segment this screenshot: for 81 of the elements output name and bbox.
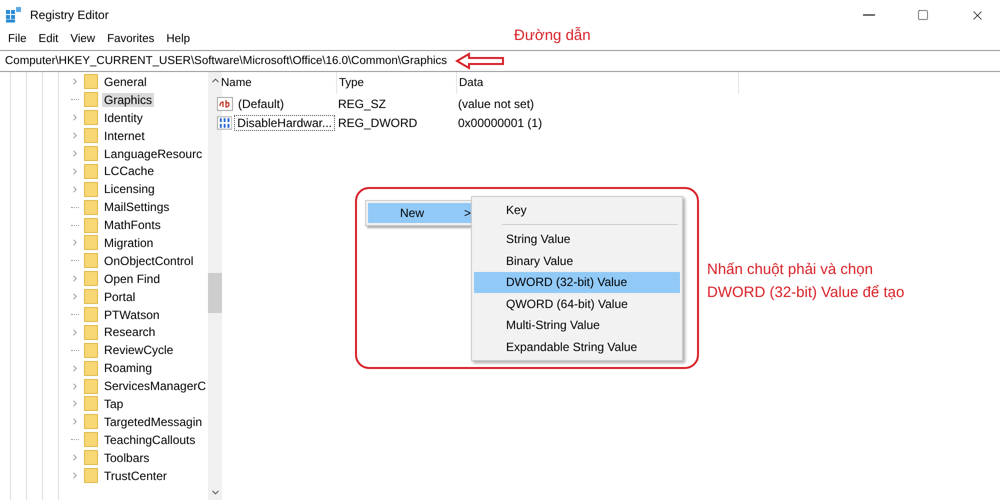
folder-icon [84, 396, 98, 412]
tree-item[interactable]: Tap [102, 396, 126, 411]
scrollbar[interactable] [208, 72, 222, 500]
folder-icon [84, 235, 98, 250]
address-bar[interactable]: Computer\HKEY_CURRENT_USER\Software\Microsoft\Office\16.0\Common\Graphics [5, 55, 448, 67]
folder-icon [84, 146, 98, 161]
tree-item[interactable]: Portal [102, 290, 138, 304]
menu-item[interactable]: Favorites [101, 30, 160, 48]
tree-item[interactable]: TargetedMessagin [102, 414, 204, 429]
menu-item[interactable]: Expandable String Value [474, 336, 680, 358]
tree-item[interactable]: Internet [102, 128, 147, 143]
menu-item[interactable]: DWORD (32-bit) Value [474, 272, 680, 293]
tree-item[interactable]: PTWatson [102, 308, 162, 322]
tree-item[interactable]: Graphics [102, 92, 154, 107]
column-header[interactable]: Name [219, 72, 337, 94]
menu-item[interactable]: New > [368, 203, 474, 223]
menu-item[interactable]: Binary Value [474, 250, 680, 272]
column-header[interactable]: Type [337, 72, 457, 94]
folder-icon [84, 378, 98, 394]
value-name[interactable]: (Default) [235, 96, 288, 112]
folder-icon [84, 271, 98, 286]
menu-item[interactable]: Edit [32, 30, 64, 48]
table-cell-text: 0x00000001 (1) [457, 114, 544, 130]
maximize-icon [917, 9, 929, 21]
menu-item[interactable]: View [64, 30, 102, 48]
string-value-icon [217, 96, 233, 110]
menu-item[interactable]: Multi-String Value [474, 314, 680, 336]
folder-icon [84, 324, 98, 340]
scrollbar-thumb[interactable] [208, 273, 222, 313]
tree-item[interactable]: Licensing [102, 182, 157, 196]
folder-icon [84, 307, 98, 322]
registry-icon [6, 7, 22, 23]
tree-item[interactable]: ServicesManagerC [102, 379, 208, 394]
tree-item[interactable]: Open Find [102, 272, 162, 286]
table-cell-text: REG_SZ [337, 96, 388, 112]
tree-item[interactable]: MailSettings [102, 200, 172, 214]
menu-item[interactable]: String Value [474, 228, 680, 250]
tree-item[interactable]: TeachingCallouts [102, 432, 198, 447]
folder-icon [84, 289, 98, 304]
tree-item[interactable]: Roaming [102, 361, 154, 376]
tree-item[interactable]: LCCache [102, 164, 156, 178]
binary-value-icon [217, 116, 232, 130]
folder-icon [84, 164, 98, 179]
tree-item[interactable]: Identity [102, 110, 145, 125]
arrow-icon [455, 52, 506, 70]
menu-item[interactable]: Key [474, 199, 680, 220]
tree-item[interactable]: Research [102, 325, 158, 340]
menu-item[interactable]: QWORD (64-bit) Value [474, 293, 680, 314]
folder-icon [84, 74, 98, 90]
folder-icon [84, 468, 98, 484]
folder-icon [84, 360, 98, 376]
table-cell-text: REG_DWORD [337, 114, 418, 130]
tree-item[interactable]: MathFonts [102, 218, 163, 232]
folder-icon [84, 432, 98, 448]
tree-item[interactable]: TrustCenter [102, 468, 169, 483]
annotation-text: DWORD (32-bit) Value để tạo [707, 283, 904, 303]
table-cell-text: (value not set) [457, 96, 536, 112]
folder-icon [84, 92, 98, 108]
annotation-label: Đường dẫn [514, 27, 591, 44]
minimize-icon [863, 14, 875, 16]
tree-item[interactable]: ReviewCycle [102, 343, 176, 358]
folder-icon [84, 128, 98, 144]
value-name[interactable]: DisableHardwar... [234, 114, 335, 130]
tree-item[interactable]: Toolbars [102, 450, 152, 465]
tree-item[interactable]: Migration [102, 236, 156, 250]
column-header[interactable]: Data [457, 72, 739, 94]
window-title: Registry Editor [30, 8, 110, 22]
folder-icon [84, 218, 98, 233]
menu-item[interactable]: File [2, 30, 33, 48]
annotation-text: Nhấn chuột phải và chọn [707, 260, 874, 280]
folder-icon [84, 182, 98, 197]
tree-item[interactable]: General [102, 74, 149, 89]
menu-item[interactable]: Help [160, 30, 196, 48]
tree-item[interactable]: OnObjectControl [102, 254, 196, 268]
folder-icon [84, 414, 98, 430]
folder-icon [84, 200, 98, 215]
folder-icon [84, 342, 98, 358]
tree-item[interactable]: LanguageResourc [102, 146, 204, 160]
folder-icon [84, 450, 98, 466]
folder-icon [84, 253, 98, 268]
folder-icon [84, 110, 98, 126]
